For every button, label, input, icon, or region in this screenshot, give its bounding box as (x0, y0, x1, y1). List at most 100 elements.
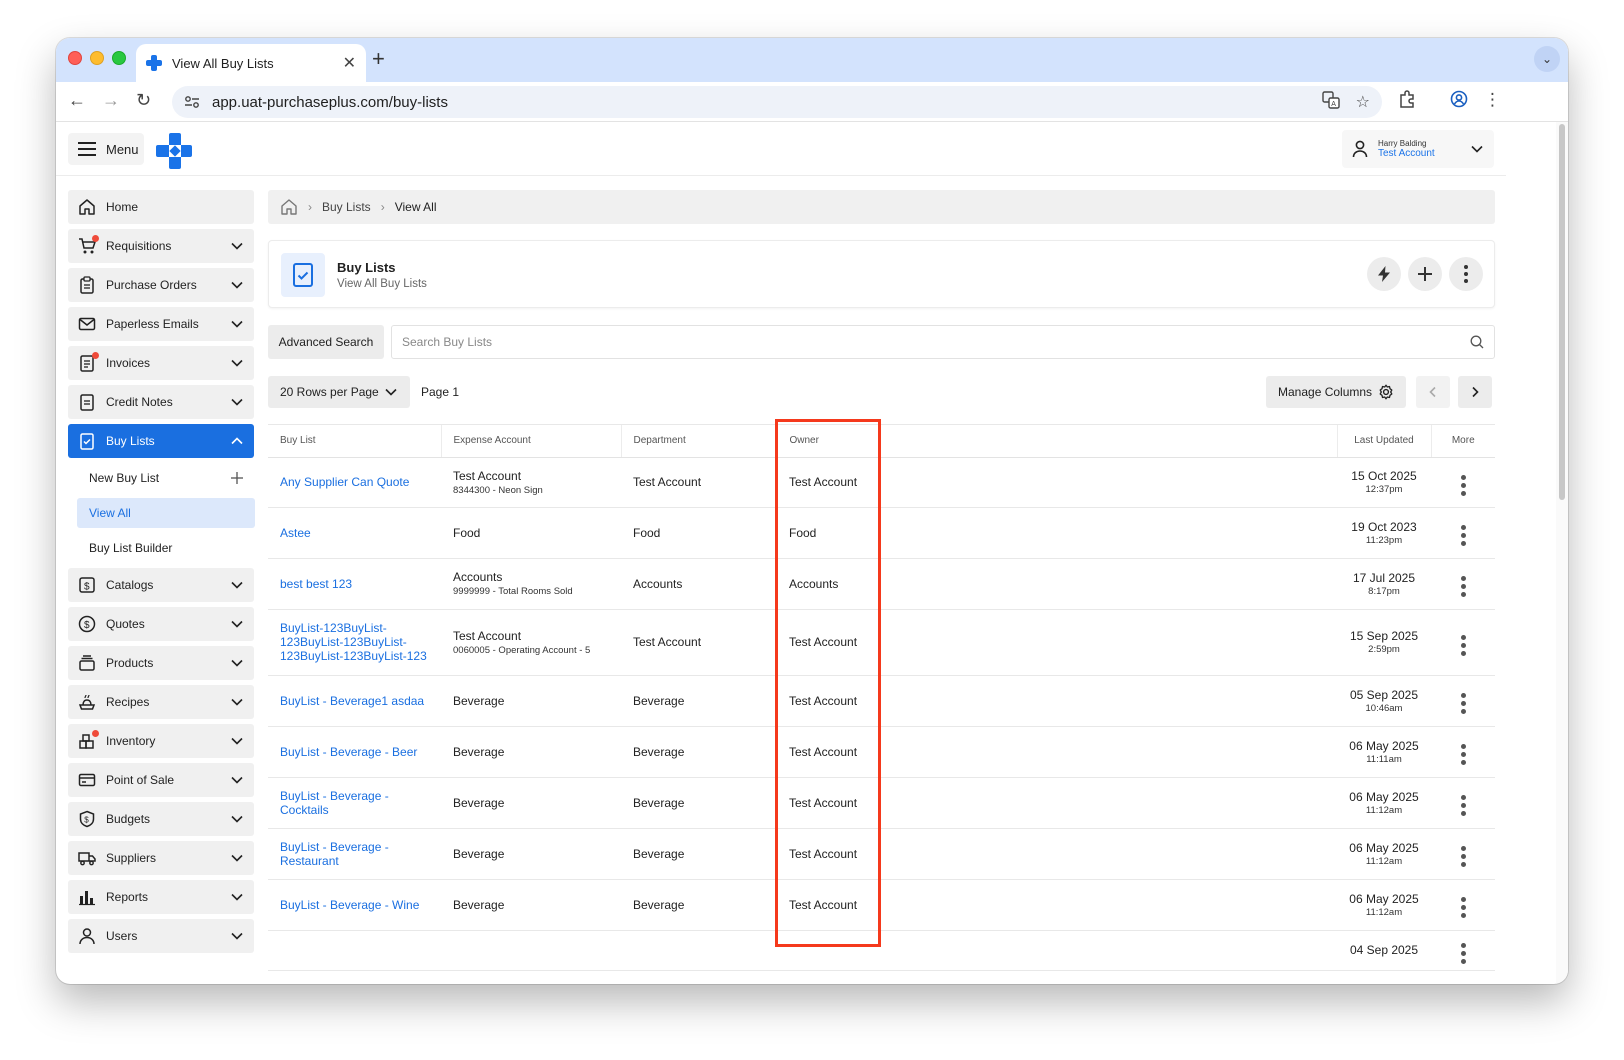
close-window-button[interactable] (68, 51, 82, 65)
row-more-button[interactable] (1431, 828, 1495, 880)
sidebar-item-recipes[interactable]: Recipes (68, 685, 254, 719)
address-bar[interactable]: app.uat-purchaseplus.com/buy-lists A ☆ (172, 86, 1382, 118)
more-vertical-icon[interactable] (1460, 942, 1466, 964)
table-row[interactable]: BuyList - Beverage - Restaurant Beverage B… (268, 828, 1495, 880)
sidebar-subitem-new-buy-list[interactable]: New Buy List (77, 463, 255, 493)
table-row[interactable]: best best 123 Accounts 9999999 - Total Roo… (268, 558, 1495, 610)
row-more-button[interactable] (1431, 558, 1495, 610)
table-row[interactable]: BuyList - Beverage - Beer Beverage Beverag… (268, 726, 1495, 778)
row-more-button[interactable] (1431, 726, 1495, 778)
more-vertical-icon[interactable] (1460, 693, 1466, 714)
sidebar-item-invoices[interactable]: Invoices (68, 346, 254, 380)
buy-list-name-link[interactable]: Astee (268, 507, 441, 559)
row-more-button[interactable] (1431, 507, 1495, 559)
bookmark-star-icon[interactable]: ☆ (1356, 92, 1370, 112)
buy-list-name-link[interactable]: BuyList-123BuyList-123BuyList-123BuyList… (268, 609, 441, 676)
new-tab-button[interactable]: + (372, 46, 385, 72)
table-row[interactable]: BuyList - Beverage - Wine Beverage Beverag… (268, 879, 1495, 931)
extensions-icon[interactable] (1398, 90, 1416, 113)
row-more-button[interactable] (1431, 930, 1495, 971)
quick-action-button[interactable] (1367, 257, 1401, 291)
last-updated-time: 8:17pm (1368, 585, 1400, 597)
site-settings-icon[interactable] (184, 95, 200, 109)
table-row[interactable]: BuyList - Beverage1 asdaa Beverage Beverag… (268, 675, 1495, 727)
forward-arrow-icon[interactable]: → (102, 90, 120, 111)
search-icon[interactable] (1470, 335, 1484, 349)
sidebar-item-reports[interactable]: Reports (68, 880, 254, 914)
row-more-button[interactable] (1431, 457, 1495, 508)
row-more-button[interactable] (1431, 879, 1495, 931)
minimize-window-button[interactable] (90, 51, 104, 65)
purchaseplus-logo[interactable] (156, 133, 192, 169)
close-tab-icon[interactable]: ✕ (343, 53, 356, 73)
more-vertical-icon[interactable] (1460, 525, 1466, 546)
sidebar-item-suppliers[interactable]: Suppliers (68, 841, 254, 875)
more-vertical-icon[interactable] (1460, 846, 1466, 867)
browser-menu-icon[interactable]: ⋮ (1484, 90, 1501, 110)
sidebar-item-quotes[interactable]: $ Quotes (68, 607, 254, 641)
table-row[interactable]: Any Supplier Can Quote Test Account 834430… (268, 457, 1495, 508)
more-vertical-icon[interactable] (1460, 634, 1466, 656)
sidebar-item-budgets[interactable]: $ Budgets (68, 802, 254, 836)
add-buy-list-button[interactable] (1408, 257, 1442, 291)
profile-icon[interactable] (1450, 90, 1468, 113)
buy-list-name-link[interactable]: BuyList - Beverage - Cocktails (268, 777, 441, 829)
sidebar-item-users[interactable]: Users (68, 919, 254, 953)
next-page-button[interactable] (1458, 376, 1492, 408)
sidebar-item-products[interactable]: Products (68, 646, 254, 680)
sidebar-item-catalogs[interactable]: $ Catalogs (68, 568, 254, 602)
rows-per-page-select[interactable]: 20 Rows per Page (268, 376, 410, 408)
buy-list-name-link[interactable]: BuyList - Beverage - Beer (268, 726, 441, 778)
sidebar-item-requisitions[interactable]: Requisitions (68, 229, 254, 263)
more-options-button[interactable] (1449, 257, 1483, 291)
buy-list-name-link[interactable]: best best 123 (268, 558, 441, 610)
table-row[interactable]: BuyList - Beverage - Cocktails Beverage Be… (268, 777, 1495, 829)
translate-icon[interactable]: A (1321, 90, 1340, 114)
row-more-button[interactable] (1431, 675, 1495, 727)
reload-icon[interactable]: ↻ (136, 90, 151, 111)
sidebar-subitem-buy-list-builder[interactable]: Buy List Builder (77, 533, 255, 563)
previous-page-button[interactable] (1416, 376, 1450, 408)
column-header-buy-list[interactable]: Buy List (268, 425, 442, 458)
more-vertical-icon[interactable] (1460, 897, 1466, 918)
column-header-department[interactable]: Department (621, 425, 778, 458)
buy-list-name-link[interactable]: BuyList - Beverage - Wine (268, 879, 441, 931)
sidebar-item-inventory[interactable]: Inventory (68, 724, 254, 758)
table-row[interactable]: Astee Food Food Food 19 Oct 2023 11:23pm (268, 507, 1495, 559)
more-vertical-icon[interactable] (1460, 474, 1466, 496)
sidebar-item-purchase-orders[interactable]: Purchase Orders (68, 268, 254, 302)
column-header-last-updated[interactable]: Last Updated (1337, 425, 1432, 458)
row-more-button[interactable] (1431, 777, 1495, 829)
sidebar-item-buy-lists[interactable]: Buy Lists (68, 424, 254, 458)
column-header-owner[interactable]: Owner (777, 425, 1338, 458)
buy-list-name-link[interactable]: Any Supplier Can Quote (268, 457, 441, 508)
row-more-button[interactable] (1431, 609, 1495, 676)
tab-search-button[interactable]: ⌄ (1534, 46, 1560, 72)
browser-tab[interactable]: View All Buy Lists ✕ (136, 44, 366, 82)
scrollbar-thumb[interactable] (1559, 124, 1565, 500)
breadcrumb-item-buy-lists[interactable]: Buy Lists (322, 200, 371, 214)
menu-button[interactable]: Menu (68, 133, 144, 165)
search-input[interactable] (402, 335, 1470, 349)
column-header-expense-account[interactable]: Expense Account (441, 425, 622, 458)
sidebar-item-home[interactable]: Home (68, 190, 254, 224)
sidebar-item-credit-notes[interactable]: Credit Notes (68, 385, 254, 419)
maximize-window-button[interactable] (112, 51, 126, 65)
more-vertical-icon[interactable] (1460, 795, 1466, 816)
table-row[interactable]: BuyList-123BuyList-123BuyList-123BuyList… (268, 609, 1495, 676)
more-vertical-icon[interactable] (1460, 744, 1466, 765)
table-row[interactable]: 04 Sep 2025 (268, 930, 1495, 971)
home-icon[interactable] (280, 198, 298, 216)
sidebar-item-paperless-emails[interactable]: Paperless Emails (68, 307, 254, 341)
more-vertical-icon[interactable] (1460, 576, 1466, 597)
plus-icon[interactable] (231, 472, 243, 484)
advanced-search-button[interactable]: Advanced Search (268, 325, 384, 359)
sidebar-subitem-view-all[interactable]: View All (77, 498, 255, 528)
buy-list-name-link[interactable]: BuyList - Beverage - Restaurant (268, 828, 441, 880)
buy-list-name-link[interactable]: BuyList - Beverage1 asdaa (268, 675, 441, 727)
user-menu[interactable]: Harry Balding Test Account (1342, 130, 1494, 168)
manage-columns-button[interactable]: Manage Columns (1266, 376, 1406, 408)
back-arrow-icon[interactable]: ← (68, 90, 86, 111)
sidebar-item-point-of-sale[interactable]: Point of Sale (68, 763, 254, 797)
buy-list-name-link[interactable] (268, 930, 441, 971)
